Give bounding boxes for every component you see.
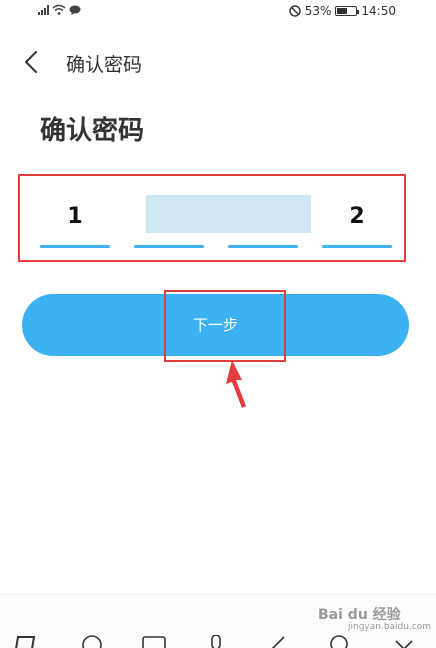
code-digit: 1 <box>67 204 83 229</box>
code-underline <box>228 245 298 248</box>
back-arrow-icon[interactable] <box>18 48 46 76</box>
redaction-highlight <box>146 195 311 233</box>
next-button[interactable]: 下一步 <box>22 294 409 356</box>
microphone-icon[interactable] <box>204 635 228 648</box>
search-icon[interactable] <box>328 635 352 648</box>
nav-title: 确认密码 <box>66 54 143 76</box>
dnd-icon <box>289 5 301 17</box>
battery-percent: 53% <box>304 4 332 18</box>
emoji-icon[interactable] <box>80 635 104 648</box>
code-slot-4[interactable]: 2 <box>322 196 392 248</box>
next-button-label: 下一步 <box>192 316 238 334</box>
page-title: 确认密码 <box>40 116 145 146</box>
status-time: 14:50 <box>361 4 396 18</box>
annotation-arrow-icon <box>226 360 246 408</box>
message-icon <box>69 5 81 15</box>
code-digit: 2 <box>349 204 365 229</box>
wifi-icon <box>52 4 66 15</box>
code-slot-1[interactable]: 1 <box>40 196 110 248</box>
battery-icon <box>335 6 360 16</box>
code-underline <box>134 245 204 248</box>
keyboard-icon[interactable] <box>142 635 166 648</box>
keyboard-logo-icon[interactable] <box>14 635 38 648</box>
signal-icon <box>38 4 49 15</box>
collapse-icon[interactable] <box>392 635 416 648</box>
code-underline <box>322 245 392 248</box>
status-right-icons: 53% 14:50 <box>289 4 396 18</box>
code-underline <box>40 245 110 248</box>
status-bar: 53% 14:50 <box>0 0 436 26</box>
watermark-logo: Bai du 经验 <box>318 607 401 623</box>
nav-bar: 确认密码 <box>0 40 436 84</box>
watermark-url: jingyan.baidu.com <box>348 622 432 632</box>
status-left-icons <box>38 4 81 15</box>
handwriting-icon[interactable] <box>266 635 290 648</box>
